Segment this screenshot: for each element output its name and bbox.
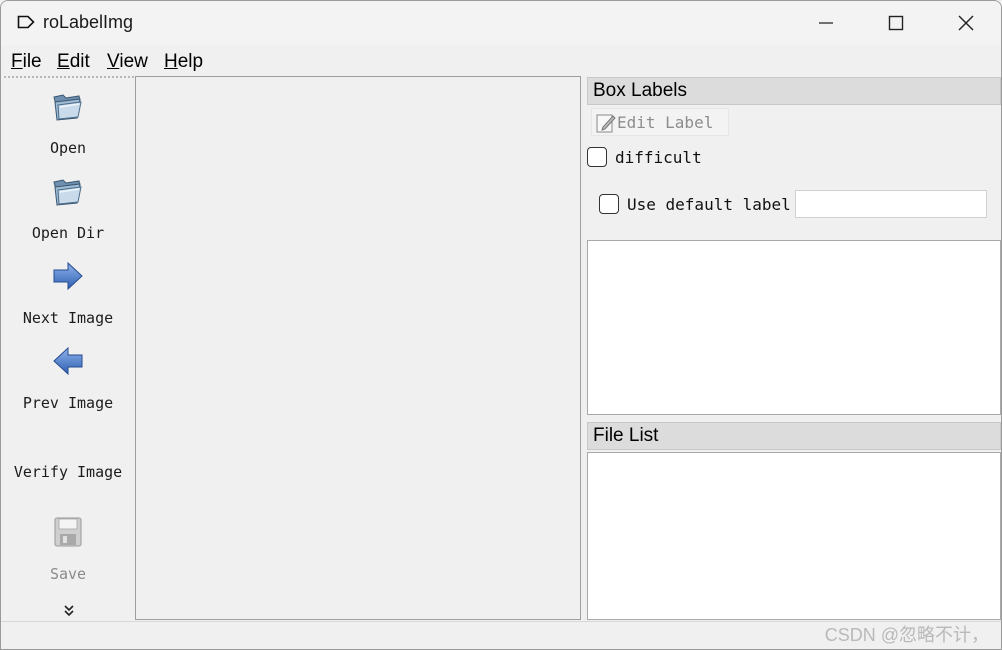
open-label: Open — [49, 139, 87, 157]
tag-icon — [17, 15, 35, 29]
menu-file-rest: ile — [22, 51, 42, 72]
close-button[interactable] — [931, 1, 1001, 45]
save-button[interactable]: Save — [1, 515, 135, 585]
close-icon — [958, 15, 974, 31]
file-list[interactable] — [587, 452, 1001, 620]
menu-edit-mnemonic: E — [57, 51, 70, 72]
floppy-disk-icon — [54, 517, 82, 547]
maximize-icon — [888, 15, 904, 31]
menu-file-mnemonic: F — [11, 51, 23, 72]
menu-edit-rest: dit — [69, 51, 90, 72]
menu-help[interactable]: Help — [164, 51, 203, 73]
menu-view[interactable]: View — [107, 51, 148, 73]
next-image-label: Next Image — [22, 309, 114, 327]
edit-label-button[interactable]: Edit Label — [591, 108, 729, 136]
next-image-button[interactable]: Next Image — [1, 259, 135, 329]
menu-view-mnemonic: V — [107, 51, 120, 72]
toolbar: Open Open Dir Next Image Prev Image Veri… — [1, 79, 135, 621]
menu-help-rest: elp — [177, 51, 204, 72]
edit-pencil-icon — [596, 114, 616, 133]
prev-image-button[interactable]: Prev Image — [1, 344, 135, 414]
menu-file[interactable]: File — [11, 51, 42, 73]
double-chevron-down-icon[interactable] — [61, 603, 77, 619]
menu-edit[interactable]: Edit — [57, 51, 90, 73]
image-canvas[interactable] — [135, 76, 581, 620]
minimize-icon — [819, 22, 833, 24]
menu-bar: File Edit View Help — [1, 46, 1001, 76]
file-list-dock-title[interactable]: File List — [587, 422, 1001, 450]
difficult-checkbox[interactable] — [587, 147, 607, 167]
title-bar[interactable]: roLabelImg — [1, 1, 1001, 45]
window-title: roLabelImg — [43, 12, 134, 32]
open-dir-button[interactable]: Open Dir — [1, 174, 135, 244]
default-label-input[interactable] — [795, 190, 987, 218]
open-button[interactable]: Open — [1, 89, 135, 159]
folder-open-icon — [53, 179, 82, 206]
verify-image-label: Verify Image — [13, 463, 123, 481]
folder-open-icon — [53, 94, 82, 121]
box-labels-dock-title[interactable]: Box Labels — [587, 77, 1001, 105]
minimize-button[interactable] — [791, 1, 861, 45]
use-default-label-checkbox[interactable] — [599, 194, 619, 214]
use-default-label-text: Use default label — [627, 195, 791, 214]
save-label: Save — [49, 565, 87, 583]
arrow-left-icon — [53, 346, 83, 376]
edit-label-text: Edit Label — [617, 113, 714, 132]
main-window: roLabelImg File Edit View Help Open Open… — [0, 0, 1002, 650]
arrow-right-icon — [53, 261, 83, 291]
open-dir-label: Open Dir — [31, 224, 105, 242]
toolbar-handle[interactable] — [4, 76, 134, 78]
menu-help-mnemonic: H — [164, 51, 178, 72]
label-list[interactable] — [587, 240, 1001, 415]
maximize-button[interactable] — [861, 1, 931, 45]
watermark-text: CSDN @忽略不计， — [824, 625, 989, 645]
prev-image-label: Prev Image — [22, 394, 114, 412]
verify-image-button[interactable]: Verify Image — [1, 459, 135, 489]
menu-view-rest: iew — [119, 51, 148, 72]
difficult-label: difficult — [615, 148, 702, 167]
